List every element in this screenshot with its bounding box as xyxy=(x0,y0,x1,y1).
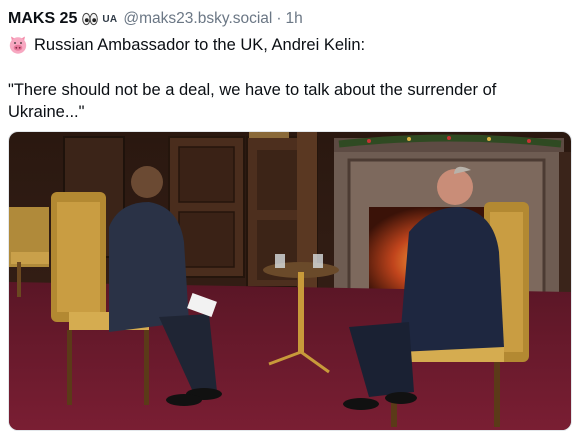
eyes-icon xyxy=(82,12,99,26)
flag-label: UA xyxy=(102,13,118,25)
author-handle[interactable]: @maks23.bsky.social xyxy=(123,10,272,28)
post-header: MAKS 25 UA @maks23.bsky.social · 1h xyxy=(8,9,303,29)
display-name[interactable]: MAKS 25 xyxy=(8,10,77,28)
timestamp[interactable]: 1h xyxy=(286,10,303,28)
post-image[interactable] xyxy=(8,131,572,431)
pig-face-icon xyxy=(8,35,28,55)
post-text: Russian Ambassador to the UK, Andrei Kel… xyxy=(34,35,366,54)
post[interactable]: MAKS 25 UA @maks23.bsky.social · 1h Russ… xyxy=(0,0,579,439)
separator: · xyxy=(276,10,282,27)
post-quote: "There should not be a deal, we have to … xyxy=(8,81,497,121)
interview-photo xyxy=(9,132,571,430)
post-text-line: Russian Ambassador to the UK, Andrei Kel… xyxy=(8,35,365,55)
